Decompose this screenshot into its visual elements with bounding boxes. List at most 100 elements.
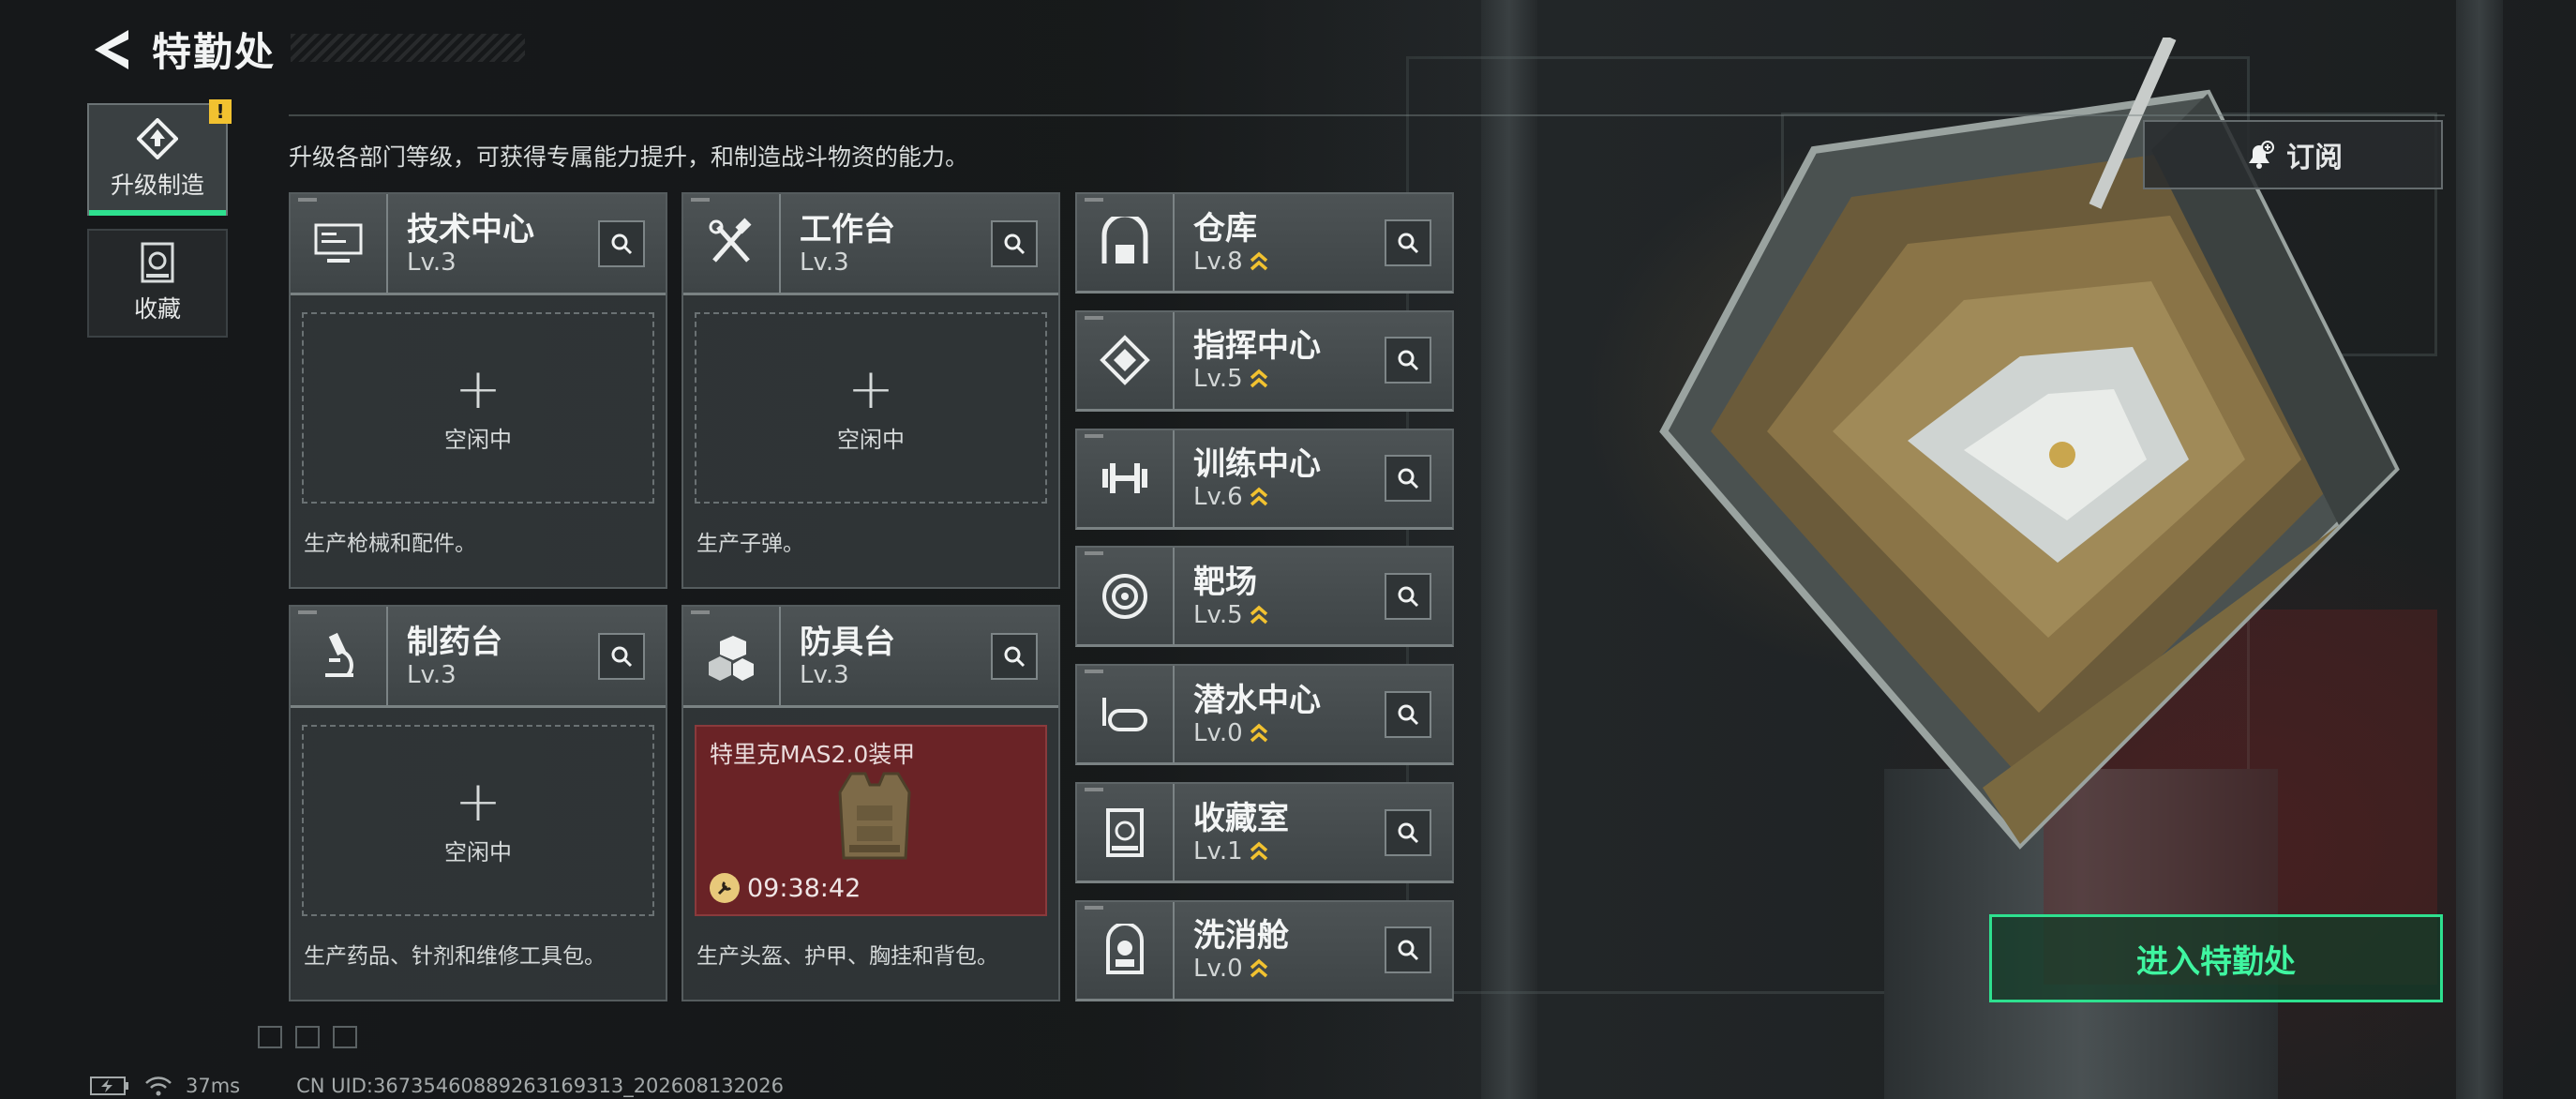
facility-description: 生产子弹。 [696,532,804,556]
dumbbell-icon [1102,463,1147,494]
target-icon [1102,573,1147,619]
alert-badge: ! [209,99,232,124]
add-icon: + [454,355,502,422]
facility-description: 生产药品、针剂和维修工具包。 [304,944,606,969]
bottom-icon-row [258,1026,370,1048]
tools-icon [709,218,752,263]
production-slot-active[interactable]: 特里克MAS2.0装甲 09:38:42 [695,725,1047,916]
facility-name: 防具台 [800,623,895,661]
facility-card[interactable]: 收藏室 Lv.1 [1075,782,1454,883]
inspect-button[interactable] [598,632,645,680]
slot-status: 空闲中 [837,426,905,453]
wrench-icon [710,873,740,903]
facility-card[interactable]: 指挥中心 Lv.5 [1075,309,1454,412]
search-icon [611,646,633,667]
inspect-button[interactable] [1385,690,1431,738]
corner-tag [1085,551,1103,556]
subscribe-button[interactable]: 订阅 [2143,120,2443,189]
warehouse-icon [1101,216,1148,263]
inspect-button[interactable] [598,219,645,267]
add-icon: + [846,355,895,422]
page-header: 特勤处 [84,21,276,78]
facility-card[interactable]: 训练中心 Lv.6 [1075,428,1454,530]
facility-level-row: Lv.8 [1193,248,1385,276]
facility-description: 生产头盔、护甲、胸挂和背包。 [696,944,998,969]
facility-card[interactable]: 仓库 Lv.8 [1075,192,1454,294]
inspect-button[interactable] [1385,926,1431,974]
corner-tag [1085,315,1103,320]
search-icon [1398,822,1419,843]
nav-collection[interactable]: 收藏 [87,229,228,338]
nav-upgrade-manufacture[interactable]: 升级制造 ! [87,99,232,216]
inspect-button[interactable] [1385,455,1431,503]
search-icon [1398,350,1419,371]
inspect-button[interactable] [991,632,1038,680]
page-description: 升级各部门等级，可获得专属能力提升，和制造战斗物资的能力。 [289,143,969,171]
timer-value: 09:38:42 [747,873,861,903]
armor-blocks-icon [709,635,754,681]
production-slot-idle[interactable]: + 空闲中 [302,312,654,504]
facility-level: Lv.3 [800,248,849,277]
facility-card-pharmacy: 制药台 Lv.3 + 空闲中 生产药品、针剂和维修工具包。 [289,605,667,1001]
upgrade-available-icon [1250,958,1267,978]
battery-icon [90,1076,128,1095]
card-header[interactable]: 防具台 Lv.3 [683,607,1058,708]
facility-level: Lv.0 [1193,955,1243,984]
grid-icon [295,1026,320,1048]
microscope-icon [325,632,353,677]
upgrade-icon [137,118,178,159]
production-slot-idle[interactable]: + 空闲中 [695,312,1047,504]
facility-name: 靶场 [1193,563,1257,601]
inspect-button[interactable] [1385,218,1431,266]
inspect-button[interactable] [1385,337,1431,384]
corner-tag [1085,905,1103,910]
corner-tag [1085,670,1103,674]
inspect-button[interactable] [1385,808,1431,856]
facility-level: Lv.5 [1193,365,1243,394]
facility-card-armor-bench: 防具台 Lv.3 特里克MAS2.0装甲 09:38:42 生产头盔、护甲、胸挂… [681,605,1060,1001]
subscribe-label: 订阅 [2286,142,2343,174]
grid-icon [333,1026,357,1048]
facility-level-row: Lv.1 [1193,837,1385,866]
facility-level-row: Lv.0 [1193,719,1385,747]
divider [289,114,2445,116]
ping-value: 37ms [186,1075,241,1097]
facility-level: Lv.3 [407,248,457,277]
facility-level: Lv.0 [1193,718,1243,747]
facility-name: 仓库 [1193,209,1257,248]
inspect-button[interactable] [1385,572,1431,620]
search-icon [1398,468,1419,489]
upgrade-available-icon [1250,605,1267,625]
corner-tag [691,198,710,202]
corner-tag [1085,433,1103,438]
production-slot-idle[interactable]: + 空闲中 [302,725,654,916]
card-header[interactable]: 工作台 Lv.3 [683,194,1058,295]
card-header[interactable]: 技术中心 Lv.3 [291,194,666,295]
facility-level: Lv.5 [1193,600,1243,629]
decon-icon [1106,924,1144,975]
enter-special-ops-button[interactable]: 进入特勤处 [1989,914,2443,1002]
facility-name: 潜水中心 [1193,681,1321,719]
upgrade-available-icon [1250,251,1267,270]
corner-tag [1085,788,1103,791]
card-header[interactable]: 制药台 Lv.3 [291,607,666,708]
facility-card[interactable]: 靶场 Lv.5 [1075,546,1454,648]
diving-mask-icon [1102,697,1147,731]
status-bar: 37ms CN UID:36735460889263169313_2026081… [90,1075,784,1097]
facility-card[interactable]: 洗消舱 Lv.0 [1075,899,1454,1001]
body-armor-image [838,772,911,860]
facility-level-row: Lv.5 [1193,365,1385,393]
upgrade-available-icon [1250,841,1267,860]
facility-level-row: Lv.5 [1193,601,1385,629]
collection-icon [141,242,174,283]
facility-card[interactable]: 潜水中心 Lv.0 [1075,664,1454,766]
nav-label: 升级制造 [110,172,204,199]
inspect-button[interactable] [991,219,1038,267]
search-icon [1004,646,1026,667]
search-icon [611,233,633,254]
bell-plus-icon [2249,141,2274,169]
back-button[interactable] [84,22,141,78]
facility-level: Lv.3 [407,660,457,689]
uid-text: CN UID:36735460889263169313_202608132026 [296,1075,785,1097]
slot-status: 空闲中 [444,426,512,453]
